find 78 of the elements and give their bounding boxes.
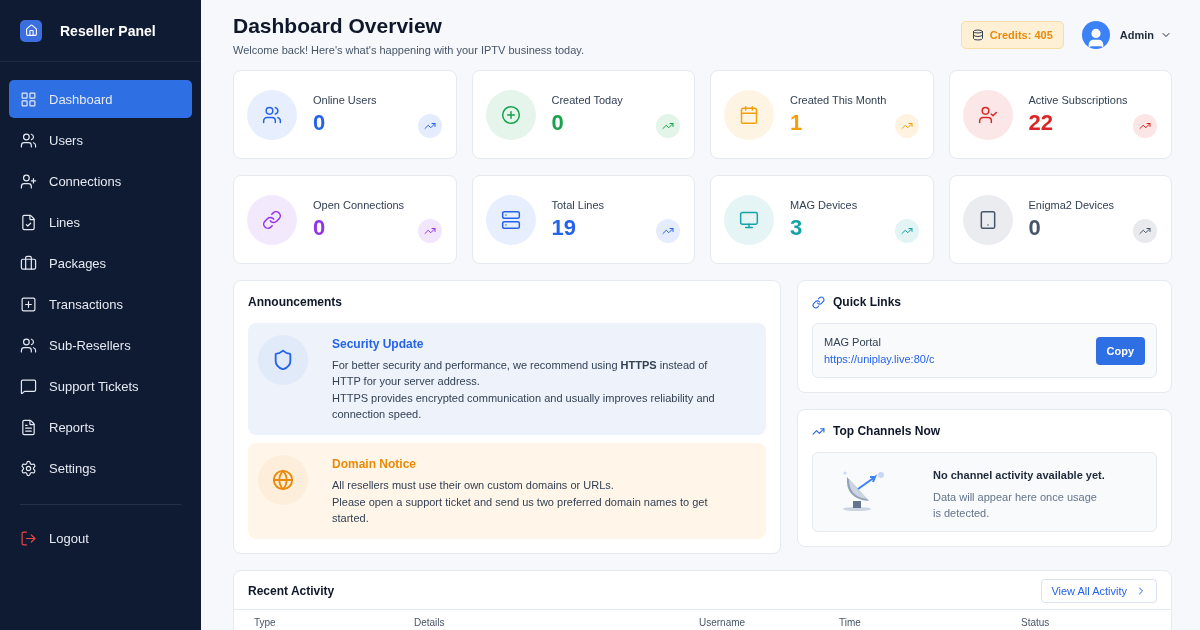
trend-icon (894, 219, 919, 243)
stat-label: Enigma2 Devices (1028, 198, 1115, 211)
users-icon (20, 336, 37, 354)
user-menu[interactable]: Admin (1081, 21, 1172, 49)
document-icon (20, 418, 37, 436)
trend-icon (1133, 219, 1157, 243)
logout-link[interactable]: Logout (9, 519, 192, 557)
nav-item[interactable]: Support Tickets (9, 367, 192, 405)
coins-icon (971, 29, 984, 41)
stat-value: 1 (790, 109, 804, 136)
nav-item[interactable]: Settings (9, 449, 192, 487)
logout-icon (20, 529, 37, 547)
card-title: Top Channels Now (833, 424, 941, 438)
stat-label: MAG Devices (790, 198, 858, 211)
shield-icon (258, 335, 308, 385)
plus-square-icon (20, 295, 37, 313)
settings-icon (20, 459, 37, 477)
nav-item[interactable]: Reports (9, 408, 192, 446)
announcement-text: HTTPS provides encrypted communication and usually improves reliability and connection speed. (332, 391, 716, 422)
trend-icon (417, 219, 442, 243)
globe-icon (258, 455, 308, 505)
user-plus-icon (20, 172, 37, 190)
trend-icon (656, 114, 680, 138)
card-title: Announcements (248, 295, 343, 309)
trend-icon (656, 219, 680, 243)
page-title: Dashboard Overview (233, 14, 443, 38)
nav-item[interactable]: Users (9, 121, 192, 159)
trend-icon (1133, 114, 1157, 138)
announcement-title: Domain Notice (332, 457, 417, 471)
link-icon (812, 295, 825, 309)
portal-link[interactable]: https://uniplay.live:80/c (824, 353, 935, 365)
stat-value: 0 (551, 109, 565, 136)
card-title: Quick Links (833, 295, 902, 309)
announcement-text: All resellers must use their own custom domains or URLs. (332, 478, 615, 493)
stat-label: Open Connections (313, 198, 405, 211)
nav-item[interactable]: Sub-Resellers (9, 326, 192, 364)
file-check-icon (20, 213, 37, 231)
stat-value: 3 (790, 214, 804, 241)
column-header: Type (254, 617, 277, 628)
stat-value: 0 (313, 109, 327, 136)
grid-icon (20, 90, 37, 108)
announcement-text: For better security and performance, we recommend using HTTPS instead of HTTP for your server address. (332, 358, 709, 389)
copy-button[interactable]: Copy (1095, 336, 1145, 365)
view-all-button[interactable]: View All Activity (1041, 579, 1157, 603)
stat-label: Created This Month (790, 93, 887, 106)
empty-text: Data will appear here once usage is detected. (933, 490, 1098, 521)
stat-value: 19 (551, 214, 577, 241)
stat-value: 22 (1028, 109, 1054, 136)
announcement-text: Please open a support ticket and send us two preferred domain names to get started. (332, 495, 709, 526)
stat-value: 0 (1028, 214, 1042, 241)
brand-name: Reseller Panel (60, 22, 156, 39)
stat-value: 0 (313, 214, 327, 241)
trend-icon (894, 114, 919, 138)
briefcase-icon (20, 254, 37, 272)
card-title: Recent Activity (248, 584, 335, 598)
column-header: Details (414, 617, 446, 628)
stat-label: Active Subscriptions (1028, 93, 1128, 106)
nav-item[interactable]: Connections (9, 162, 192, 200)
stat-label: Created Today (551, 93, 623, 106)
nav-item[interactable]: Packages (9, 244, 192, 282)
column-header: Username (699, 617, 747, 628)
nav-item[interactable]: Dashboard (9, 80, 192, 118)
logo-icon (20, 19, 42, 42)
nav-item[interactable]: Lines (9, 203, 192, 241)
chat-icon (20, 377, 37, 395)
link-label: MAG Portal (824, 336, 882, 348)
announcement-title: Security Update (332, 337, 425, 351)
empty-title: No channel activity available yet. (933, 469, 1105, 481)
trend-icon (417, 114, 442, 138)
credits-badge: Credits: 405 (960, 21, 1064, 49)
users-icon (20, 131, 37, 149)
nav-item[interactable]: Transactions (9, 285, 192, 323)
column-header: Time (839, 617, 862, 628)
stat-label: Total Lines (551, 198, 605, 211)
page-subtitle: Welcome back! Here's what's happening with your IPTV business today. (233, 44, 585, 56)
stat-label: Online Users (313, 93, 377, 106)
avatar-icon (1081, 21, 1110, 49)
column-header: Status (1021, 617, 1051, 628)
